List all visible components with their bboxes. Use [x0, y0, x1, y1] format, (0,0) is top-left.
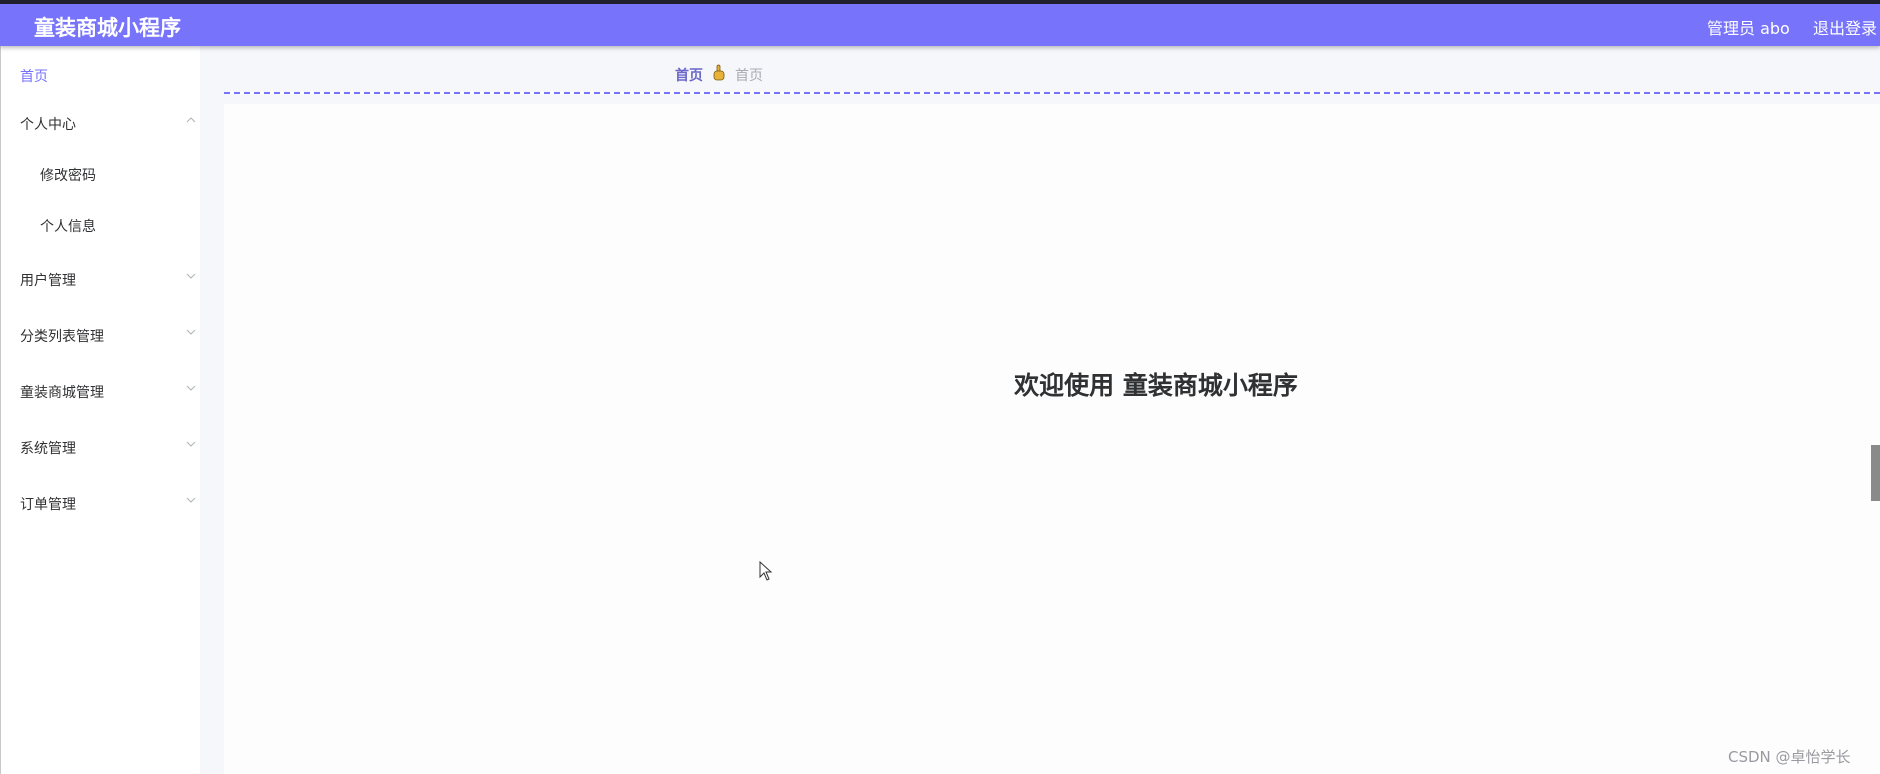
main-content: 欢迎使用 童装商城小程序	[224, 104, 1880, 774]
logout-button[interactable]: 退出登录	[1813, 15, 1877, 39]
sidebar-item-label: 系统管理	[20, 441, 76, 457]
sidebar-item-system-management[interactable]: 系统管理	[1, 426, 200, 466]
breadcrumb-home-link[interactable]: 首页	[675, 65, 703, 85]
admin-user-label: 管理员 abo	[1707, 19, 1790, 38]
sidebar-item-user-management[interactable]: 用户管理	[1, 258, 200, 298]
content-spacer	[224, 94, 1880, 104]
sidebar-item-order-management[interactable]: 订单管理	[1, 482, 200, 522]
scrollbar-thumb[interactable]	[1871, 445, 1880, 501]
sidebar-item-personal-info[interactable]: 个人信息	[1, 204, 200, 244]
sidebar-item-label: 首页	[20, 69, 48, 85]
sidebar-item-label: 个人中心	[20, 117, 76, 133]
app-window: 童装商城小程序 管理员 abo 退出登录 首页 个人中心 修改密码 个人信息 用…	[0, 0, 1880, 774]
sidebar-item-personal-center[interactable]: 个人中心	[1, 102, 200, 142]
sidebar-item-label: 个人信息	[40, 219, 96, 235]
app-title: 童装商城小程序	[34, 16, 181, 40]
top-header: 童装商城小程序 管理员 abo 退出登录	[0, 4, 1880, 46]
mouse-cursor-icon	[759, 561, 773, 581]
chevron-down-icon	[186, 441, 196, 447]
sidebar-item-change-password[interactable]: 修改密码	[1, 153, 200, 193]
hand-icon	[713, 64, 725, 81]
breadcrumb: 首页 首页	[224, 46, 1880, 92]
chevron-down-icon	[186, 385, 196, 391]
chevron-down-icon	[186, 273, 196, 279]
sidebar-item-label: 订单管理	[20, 497, 76, 513]
chevron-down-icon	[186, 497, 196, 503]
sidebar-item-mall-management[interactable]: 童装商城管理	[1, 370, 200, 410]
sidebar-item-label: 用户管理	[20, 273, 76, 289]
breadcrumb-current: 首页	[735, 68, 763, 84]
sidebar-item-category-management[interactable]: 分类列表管理	[1, 314, 200, 354]
chevron-down-icon	[186, 329, 196, 335]
sidebar-item-label: 分类列表管理	[20, 329, 104, 345]
watermark: CSDN @卓怡学长	[1728, 748, 1851, 766]
chevron-up-icon	[186, 117, 196, 123]
sidebar-gutter	[200, 46, 224, 774]
sidebar-item-label: 修改密码	[40, 168, 96, 184]
sidebar-item-label: 童装商城管理	[20, 385, 104, 401]
sidebar-item-home[interactable]: 首页	[1, 54, 200, 94]
sidebar-menu: 首页 个人中心 修改密码 个人信息 用户管理 分类列表管理 童装商城管理 系统管…	[0, 46, 200, 774]
welcome-heading: 欢迎使用 童装商城小程序	[1014, 371, 1298, 400]
